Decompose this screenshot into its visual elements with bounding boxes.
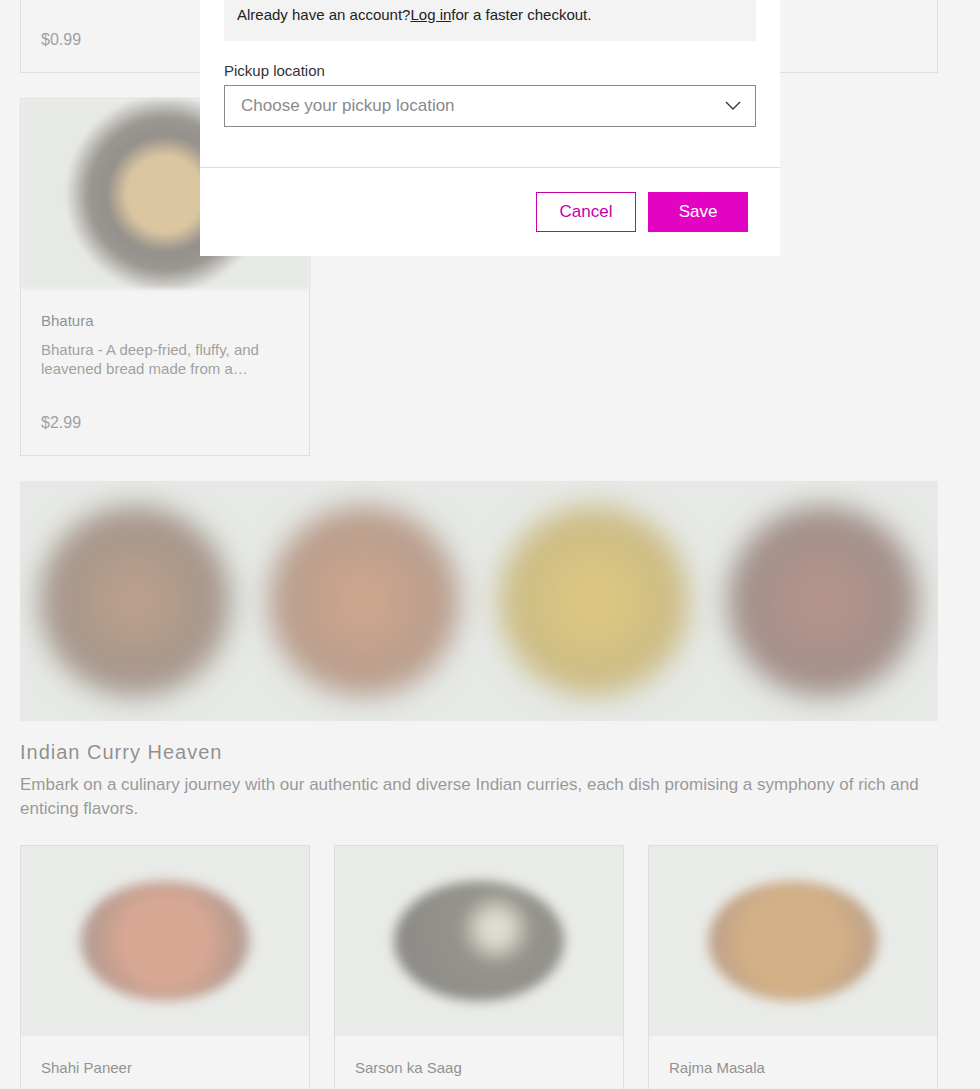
- pickup-dialog: Already have an account?Log infor a fast…: [200, 0, 780, 256]
- login-link[interactable]: Log in: [410, 6, 451, 23]
- login-prompt: Already have an account?Log infor a fast…: [224, 0, 756, 41]
- menu-page: $0.99BhaturaBhatura - A deep-fried, fluf…: [0, 0, 980, 1089]
- dialog-footer: Cancel Save: [200, 167, 780, 256]
- pickup-select[interactable]: Choose your pickup location: [224, 85, 756, 127]
- primary-button[interactable]: Save: [648, 192, 748, 232]
- secondary-button[interactable]: Cancel: [536, 192, 636, 232]
- pickup-label: Pickup location: [224, 61, 756, 81]
- chevron-down-icon: [725, 101, 741, 111]
